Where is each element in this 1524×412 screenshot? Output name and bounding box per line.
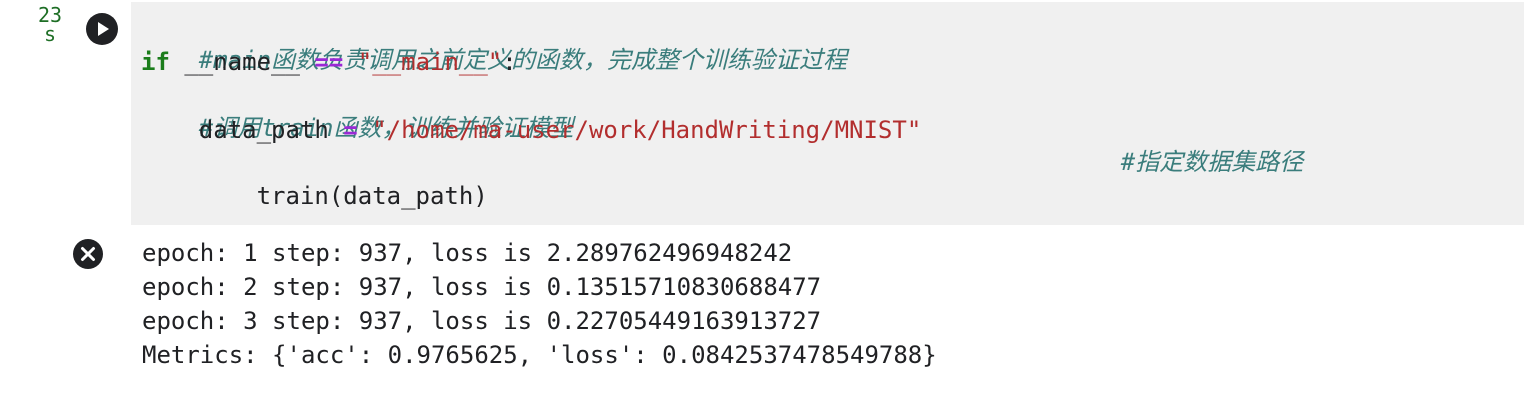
code-identifier: data_path: [141, 116, 344, 144]
code-identifier: __name__: [169, 48, 315, 76]
play-icon: [98, 22, 109, 36]
run-cell-button[interactable]: [86, 13, 118, 45]
code-punctuation: :: [502, 48, 517, 76]
code-operator: =: [343, 116, 358, 144]
code-statement: train(data_path): [198, 182, 488, 210]
close-circle-icon: [73, 239, 103, 269]
output-line: Metrics: {'acc': 0.9765625, 'loss': 0.08…: [142, 341, 937, 369]
execution-time: 23 s: [30, 5, 70, 46]
code-comment: #指定数据集路径: [1120, 148, 1304, 176]
code-line-2: if __name__ == "__main__":: [141, 46, 517, 78]
output-line: epoch: 3 step: 937, loss is 0.2270544916…: [142, 307, 822, 335]
clear-output-button[interactable]: [72, 238, 104, 270]
code-operator: ==: [314, 48, 344, 76]
code-inline-comment: #指定数据集路径: [1063, 114, 1303, 210]
code-keyword: if: [141, 48, 170, 76]
code-line-5: train(data_path): [141, 148, 488, 244]
code-string: "__main__": [357, 48, 503, 76]
code-line-4: data_path = "/home/ma-user/work/HandWrit…: [141, 114, 921, 146]
code-string: "/home/ma-user/work/HandWriting/MNIST": [372, 116, 922, 144]
output-line: epoch: 2 step: 937, loss is 0.1351571083…: [142, 273, 822, 301]
code-cell-editor[interactable]: #main函数负责调用之前定义的函数，完成整个训练验证过程 if __name_…: [131, 2, 1524, 225]
cell-output: epoch: 1 step: 937, loss is 2.2897624969…: [142, 236, 937, 372]
execution-time-unit: s: [43, 22, 57, 46]
output-line: epoch: 1 step: 937, loss is 2.2897624969…: [142, 239, 793, 267]
